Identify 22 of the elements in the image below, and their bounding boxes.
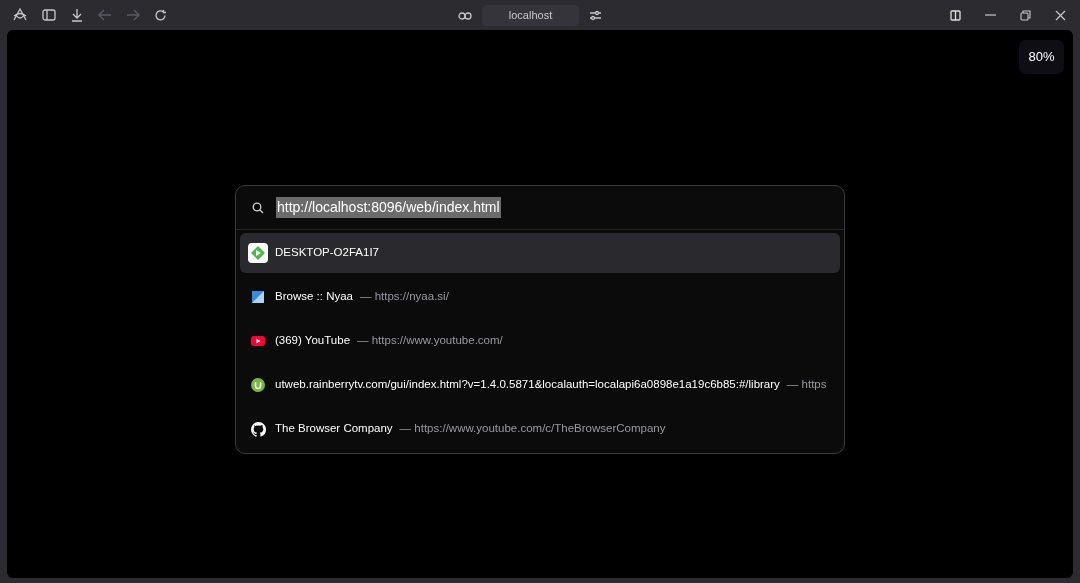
link-icon[interactable]: [458, 10, 472, 21]
zoom-level-badge: 80%: [1019, 40, 1064, 74]
search-result[interactable]: DESKTOP-O2FA1I7: [240, 233, 840, 273]
sliders-icon[interactable]: [589, 10, 602, 21]
nyaa-favicon-icon: [252, 291, 264, 303]
utorrent-icon: [251, 378, 265, 392]
restore-icon[interactable]: [1020, 9, 1031, 21]
address-bar[interactable]: localhost: [482, 5, 579, 26]
search-icon: [252, 201, 264, 214]
download-icon[interactable]: [70, 8, 84, 22]
search-result[interactable]: utweb.rainberrytv.com/gui/index.html?v=1.4.0.5871&localauth=localapi6a0898e1a19c6b85:#/library — https: [240, 365, 840, 405]
search-result[interactable]: The Browser Company — https://www.youtube.com/c/TheBrowserCompany: [240, 409, 840, 449]
search-result[interactable]: Browse :: Nyaa — https://nyaa.si/: [240, 277, 840, 317]
github-icon: [250, 421, 266, 437]
close-icon[interactable]: [1055, 9, 1066, 21]
emby-logo-icon: [248, 243, 268, 263]
sidebar-icon[interactable]: [42, 9, 56, 21]
youtube-icon: [251, 336, 265, 346]
split-view-icon[interactable]: [950, 9, 961, 21]
search-field[interactable]: http://localhost:8096/web/index.html: [276, 197, 501, 218]
reload-icon[interactable]: [154, 8, 167, 22]
search-result[interactable]: (369) YouTube — https://www.youtube.com/: [240, 321, 840, 361]
